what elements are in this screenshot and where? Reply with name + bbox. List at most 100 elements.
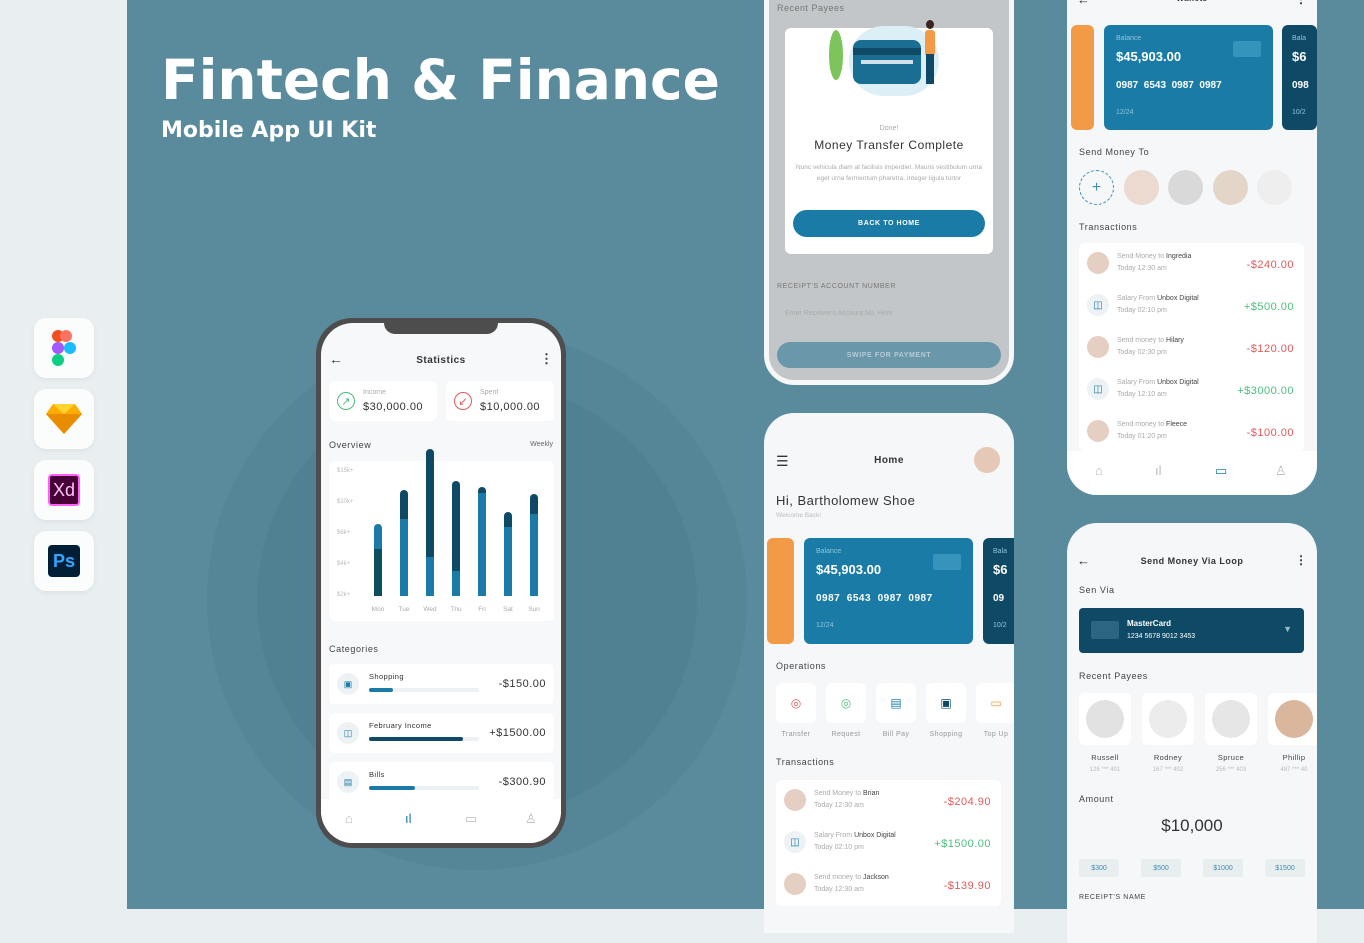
- figma-icon: [34, 318, 94, 378]
- transaction-desc: Send money to Jackson: [814, 874, 889, 881]
- status-label: Done!: [879, 125, 899, 132]
- x-tick-label: Tue: [398, 606, 410, 613]
- profile-avatar[interactable]: [974, 447, 1000, 473]
- transaction-desc: Salary From Unbox Digital: [1117, 379, 1199, 386]
- transaction-row[interactable]: Send Money to Brian Today 12:30 am -$204.9…: [776, 784, 1001, 826]
- transaction-row[interactable]: Send money to Hilary Today 02:30 pm -$120.…: [1079, 331, 1304, 373]
- quick-amount-button[interactable]: $1500: [1265, 859, 1305, 877]
- contact-avatar: [1087, 252, 1109, 274]
- tab-wallet-icon[interactable]: ▭: [1215, 463, 1227, 479]
- transaction-prefix: Send money to: [1117, 421, 1165, 428]
- contact-avatar: [1087, 420, 1109, 442]
- category-item[interactable]: ▣ Shopping -$150.00: [329, 664, 554, 704]
- recipient-avatar[interactable]: [1168, 170, 1203, 205]
- tab-stats-icon[interactable]: ıl: [405, 811, 412, 826]
- orange-card[interactable]: [767, 538, 794, 644]
- transaction-desc: Salary From Unbox Digital: [814, 832, 896, 839]
- balance-label: Balance: [816, 548, 842, 555]
- payee-account: 256 *** 403: [1215, 767, 1247, 773]
- card-chip: [933, 554, 961, 570]
- payee-card[interactable]: [1268, 693, 1317, 745]
- quick-amount-button[interactable]: $300: [1079, 859, 1119, 877]
- transaction-party: Ingredia: [1166, 253, 1192, 260]
- operations-label: Operations: [776, 661, 827, 671]
- more-icon[interactable]: ⋮: [1295, 553, 1307, 567]
- transaction-time: Today 12:30 am: [814, 802, 864, 809]
- card-selector[interactable]: MasterCard 1234 5678 9012 3453 ▼: [1079, 608, 1304, 653]
- ps-label: Ps: [48, 545, 80, 577]
- briefcase-icon: ◫: [1087, 378, 1109, 400]
- income-label: Income: [363, 389, 386, 396]
- hero-subtitle: Mobile App UI Kit: [161, 118, 377, 143]
- payee-account: 167 *** 402: [1152, 767, 1184, 773]
- tab-stats-icon[interactable]: ıl: [1155, 463, 1162, 478]
- transaction-row[interactable]: Send money to Jackson Today 12:30 am -$139…: [776, 868, 1001, 910]
- transaction-time: Today 12:30 am: [1117, 265, 1167, 272]
- payee-card[interactable]: [1142, 693, 1194, 745]
- swipe-for-payment-button[interactable]: SWIPE FOR PAYMENT: [777, 342, 1001, 368]
- transaction-desc: Send Money to Brian: [814, 790, 879, 797]
- transaction-prefix: Send money to: [814, 874, 862, 881]
- dark-card[interactable]: Bala $6 098 10/2: [1282, 25, 1317, 130]
- add-recipient-button[interactable]: +: [1079, 170, 1114, 205]
- back-to-home-button[interactable]: BACK TO HOME: [793, 210, 985, 237]
- category-item[interactable]: ▤ Bills -$300.90: [329, 762, 554, 802]
- bg-account-label: RECEIPT'S ACCOUNT NUMBER: [777, 283, 897, 290]
- more-icon[interactable]: ⋮: [1295, 0, 1307, 6]
- recipient-avatar[interactable]: [1124, 170, 1159, 205]
- bottom-tab-bar: ⌂ ıl ▭ ♙: [321, 799, 561, 843]
- operation-top-up[interactable]: ▭: [976, 683, 1014, 723]
- quick-amount-button[interactable]: $1000: [1203, 859, 1243, 877]
- category-progress-fill: [369, 688, 394, 692]
- transaction-time: Today 01:20 pm: [1117, 433, 1167, 440]
- period-selector[interactable]: Weekly: [530, 441, 553, 448]
- wallets-phone: ← Wallets ⋮ Balance $45,903.00 0987 6543…: [1067, 0, 1317, 495]
- operation-label: Transfer: [781, 731, 811, 738]
- transaction-row[interactable]: Send Money to Ingredia Today 12:30 am -$24…: [1079, 247, 1304, 289]
- category-item[interactable]: ◫ February Income +$1500.00: [329, 713, 554, 753]
- shopping-bag-icon: ▣: [337, 673, 359, 695]
- transaction-row[interactable]: ◫ Salary From Unbox Digital Today 02:10 pm…: [776, 826, 1001, 868]
- payee-avatar: [1212, 700, 1250, 738]
- transactions-label: Transactions: [776, 757, 835, 767]
- recipient-avatar[interactable]: [1213, 170, 1248, 205]
- transaction-desc: Send Money to Ingredia: [1117, 253, 1191, 260]
- balance-card[interactable]: Balance $45,903.00 0987 6543 0987 0987 1…: [804, 538, 973, 644]
- tab-profile-icon[interactable]: ♙: [1275, 463, 1287, 479]
- payee-card[interactable]: [1079, 693, 1131, 745]
- bar-segment-dark: [452, 481, 460, 571]
- balance-card[interactable]: Balance $45,903.00 0987 6543 0987 0987 1…: [1104, 25, 1273, 130]
- income-card: ↗ Income $30,000.00: [329, 381, 437, 421]
- dark-card[interactable]: Bala $6 09 10/2: [983, 538, 1014, 644]
- y-tick-label: $10k+: [337, 499, 354, 505]
- orange-card[interactable]: [1071, 25, 1094, 130]
- bar-segment-light: [452, 571, 460, 596]
- amount-input[interactable]: $10,000: [1067, 816, 1317, 836]
- transaction-prefix: Send money to: [1117, 337, 1165, 344]
- xd-label: Xd: [48, 474, 80, 506]
- transaction-desc: Send money to Hilary: [1117, 337, 1184, 344]
- category-progress-fill: [369, 786, 416, 790]
- amount-label: Amount: [1079, 794, 1114, 804]
- payee-card[interactable]: [1205, 693, 1257, 745]
- transaction-row[interactable]: ◫ Salary From Unbox Digital Today 02:10 pm…: [1079, 289, 1304, 331]
- transaction-row[interactable]: ◫ Salary From Unbox Digital Today 12:10 am…: [1079, 373, 1304, 415]
- bar-segment-light: [426, 556, 434, 596]
- home-phone: ☰ Home Hi, Bartholomew Shoe Welcome Back…: [764, 413, 1014, 933]
- operation-transfer[interactable]: ◎: [776, 683, 816, 723]
- operation-request[interactable]: ◎: [826, 683, 866, 723]
- transaction-amount: -$120.00: [1246, 343, 1294, 355]
- y-tick-label: $15k+: [337, 468, 354, 474]
- wallet-transactions-list: Send Money to Ingredia Today 12:30 am -$24…: [1079, 243, 1304, 451]
- tab-home-icon[interactable]: ⌂: [1095, 463, 1103, 478]
- tab-home-icon[interactable]: ⌂: [345, 811, 353, 826]
- quick-amount-button[interactable]: $500: [1141, 859, 1181, 877]
- tab-wallet-icon[interactable]: ▭: [465, 811, 477, 827]
- payee-name: Spruce: [1217, 753, 1245, 762]
- more-icon[interactable]: ⋮: [540, 351, 553, 367]
- tab-profile-icon[interactable]: ♙: [525, 811, 537, 827]
- operation-shopping[interactable]: ▣: [926, 683, 966, 723]
- operation-bill-pay[interactable]: ▤: [876, 683, 916, 723]
- recipient-avatar[interactable]: [1257, 170, 1292, 205]
- spent-label: Spent: [480, 389, 499, 396]
